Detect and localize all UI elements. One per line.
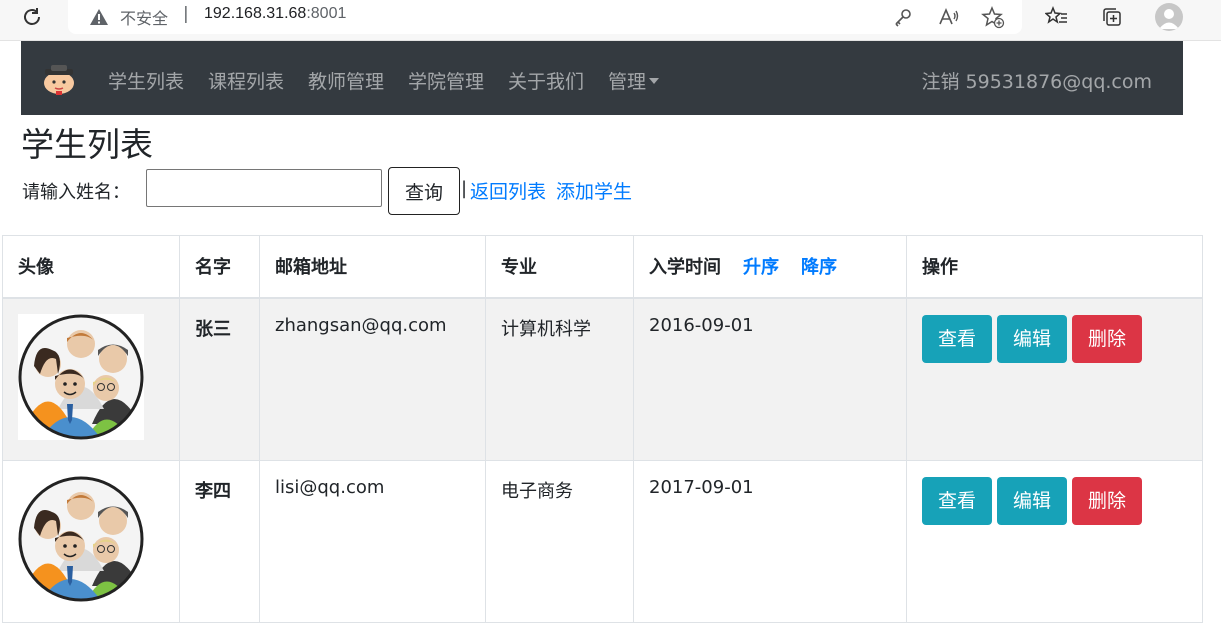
search-label: 请输入姓名：: [22, 182, 130, 203]
edit-button[interactable]: 编辑: [997, 314, 1068, 363]
user-email: 59531876@qq.com: [965, 71, 1152, 93]
chevron-down-icon: [649, 78, 660, 84]
logout-link[interactable]: 注销 59531876@qq.com: [921, 67, 1152, 94]
nav-courses[interactable]: 课程列表: [208, 67, 284, 94]
nav-about[interactable]: 关于我们: [508, 67, 584, 94]
logout-label: 注销: [921, 71, 960, 93]
student-avatar-icon: [18, 313, 144, 440]
warning-icon: [90, 9, 108, 25]
delete-button[interactable]: 删除: [1072, 476, 1143, 525]
collections-icon[interactable]: [1100, 5, 1124, 29]
nav-students[interactable]: 学生列表: [108, 67, 184, 94]
add-favorite-icon[interactable]: [981, 5, 1005, 29]
nav-manage-dropdown[interactable]: 管理: [608, 67, 660, 94]
add-student-link[interactable]: 添加学生: [556, 177, 632, 204]
header-enroll-date: 入学时间 升序 降序: [633, 235, 907, 299]
favorites-icon[interactable]: [1045, 5, 1069, 29]
header-major: 专业: [485, 235, 634, 299]
row-actions: 查看 编辑 删除: [906, 297, 1203, 461]
brand-logo-icon[interactable]: [39, 61, 79, 95]
url-host: 192.168.31.68: [204, 5, 307, 22]
url-port: :8001: [306, 5, 347, 22]
table-row: 张三 zhangsan@qq.com 计算机科学 2016-09-01 查看 编辑…: [2, 297, 1203, 461]
back-to-list-link[interactable]: 返回列表: [470, 177, 546, 204]
student-email: lisi@qq.com: [259, 459, 486, 623]
page-title: 学生列表: [21, 125, 153, 164]
nav-manage-label: 管理: [608, 71, 647, 93]
table-row: 李四 lisi@qq.com 电子商务 2017-09-01 查看 编辑 删除: [2, 459, 1203, 623]
student-email: zhangsan@qq.com: [259, 297, 486, 461]
search-button[interactable]: 查询: [388, 167, 460, 215]
sort-asc-link[interactable]: 升序: [743, 257, 779, 278]
link-separator: |: [461, 178, 468, 199]
student-enroll-date: 2017-09-01: [633, 459, 907, 623]
student-major: 计算机科学: [485, 297, 634, 461]
header-actions: 操作: [906, 235, 1203, 299]
navbar: 学生列表 课程列表 教师管理 学院管理 关于我们 管理 注销 59531876@…: [21, 41, 1183, 115]
student-name: 张三: [179, 297, 260, 461]
address-separator: |: [183, 4, 189, 24]
header-email: 邮箱地址: [259, 235, 486, 299]
avatar-cell: [2, 297, 180, 461]
student-avatar-icon: [18, 475, 144, 602]
nav-colleges[interactable]: 学院管理: [408, 67, 484, 94]
student-enroll-date: 2016-09-01: [633, 297, 907, 461]
student-major: 电子商务: [485, 459, 634, 623]
delete-button[interactable]: 删除: [1072, 314, 1143, 363]
view-button[interactable]: 查看: [922, 476, 993, 525]
row-actions: 查看 编辑 删除: [906, 459, 1203, 623]
student-name: 李四: [179, 459, 260, 623]
insecure-label: 不安全: [120, 9, 169, 28]
key-icon[interactable]: [891, 5, 915, 29]
avatar-cell: [2, 459, 180, 623]
url-text[interactable]: 192.168.31.68:8001: [204, 5, 346, 23]
header-name: 名字: [179, 235, 260, 299]
header-enroll-date-label: 入学时间: [649, 257, 721, 279]
student-table: 头像 名字 邮箱地址 专业 入学时间 升序 降序 操作 张三 zhangsan@…: [2, 235, 1203, 623]
search-input[interactable]: [146, 169, 382, 207]
read-aloud-icon[interactable]: [937, 5, 961, 29]
reload-icon[interactable]: [20, 5, 44, 29]
view-button[interactable]: 查看: [922, 314, 993, 363]
edit-button[interactable]: 编辑: [997, 476, 1068, 525]
nav-teachers[interactable]: 教师管理: [308, 67, 384, 94]
profile-icon[interactable]: [1155, 3, 1183, 31]
sort-desc-link[interactable]: 降序: [801, 257, 837, 278]
browser-toolbar: 不安全 | 192.168.31.68:8001: [0, 0, 1221, 41]
table-header-row: 头像 名字 邮箱地址 专业 入学时间 升序 降序 操作: [2, 235, 1203, 299]
address-bar[interactable]: 不安全 | 192.168.31.68:8001: [68, 0, 1022, 34]
header-avatar: 头像: [2, 235, 180, 299]
